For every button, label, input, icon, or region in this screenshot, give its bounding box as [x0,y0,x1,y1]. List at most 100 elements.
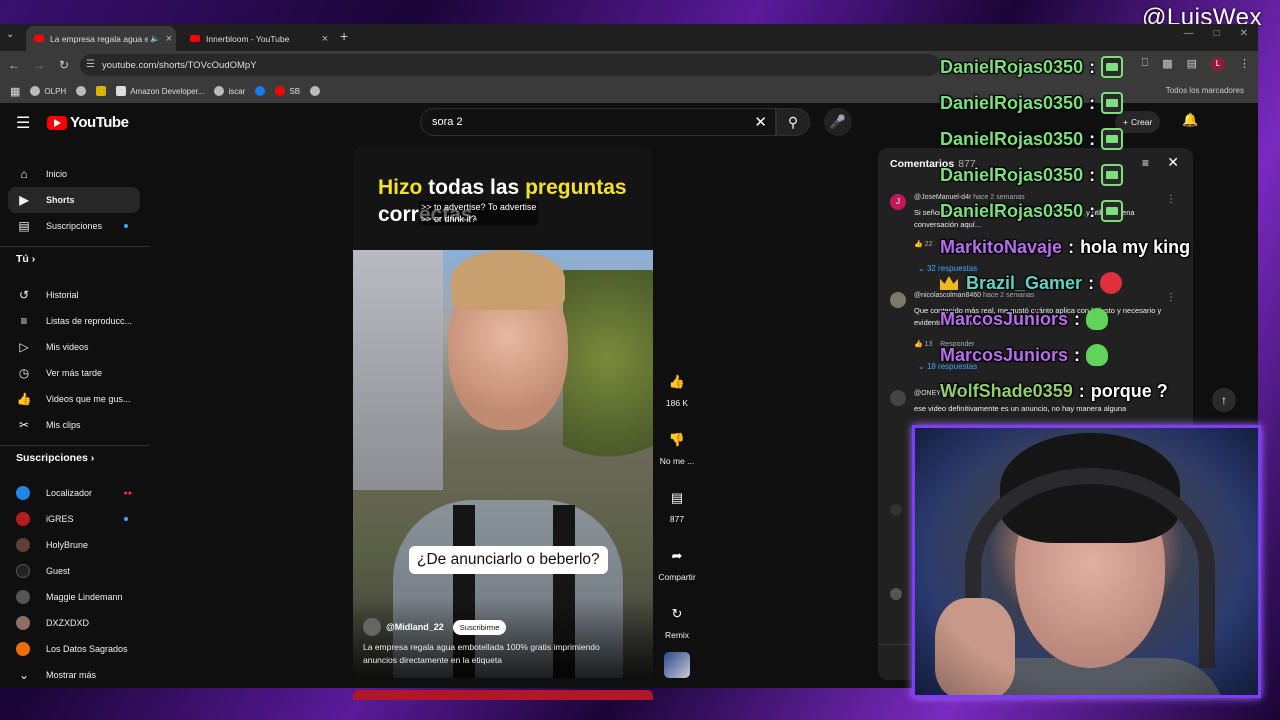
channel-avatar[interactable] [363,618,381,636]
thumbs-up-icon[interactable]: 👍 [914,241,923,248]
comments-button[interactable]: ▤ 877 [655,486,699,524]
thumbs-up-icon: 👍 [668,374,686,389]
close-tab-icon[interactable]: × [162,33,176,45]
bookmark-facebook[interactable] [255,86,266,96]
comment-avatar[interactable] [890,390,906,406]
sidebar-item-listas[interactable]: ≡ Listas de reproducc... [8,308,140,334]
reload-icon[interactable]: ↻ [53,58,75,72]
side-panel-icon[interactable]: ▤ [1187,57,1197,71]
comment-avatar[interactable] [890,504,902,516]
webcam-feed [912,425,1261,698]
sidebar-sub-datos-sagrados[interactable]: Los Datos Sagrados [8,636,140,662]
all-bookmarks[interactable]: Todos los marcadores [1166,86,1244,95]
profile-avatar[interactable]: L [1211,57,1225,71]
search-input[interactable]: sora 2 ✕ [420,108,776,136]
watch-later-icon: ◷ [18,366,30,380]
more-options-icon[interactable]: ⋮ [1166,194,1176,205]
sidebar-item-ver-mas-tarde[interactable]: ◷ Ver más tarde [8,360,140,386]
forward-icon[interactable]: → [28,58,50,72]
subscriptions-header[interactable]: Suscripciones › [16,452,94,464]
search-button[interactable]: ⚲ [776,108,810,136]
bookmark-globe-2[interactable] [310,86,321,96]
sidebar-sub-dxzxdxd[interactable]: DXZXDXD [8,610,140,636]
tab-search-icon[interactable]: ⌄ [6,29,14,40]
comment-avatar[interactable] [890,588,902,600]
close-comments-icon[interactable]: ✕ [1167,154,1179,171]
address-bar[interactable]: ☰ youtube.com/shorts/TOVcOudOMpY [80,54,940,76]
scroll-up-icon[interactable]: ↑ [1212,388,1236,412]
short-description[interactable]: La empresa regala agua embotellada 100% … [363,641,633,667]
close-tab-icon[interactable]: × [318,33,332,45]
sidebar-item-suscripciones[interactable]: ▤ Suscripciones [8,213,140,239]
globe-icon [214,86,225,96]
sidebar-item-shorts[interactable]: ▶ Shorts [8,187,140,213]
next-short-preview[interactable] [353,690,653,700]
extensions-icon[interactable]: ▩ [1162,57,1172,71]
sidebar-item-liked[interactable]: 👍 Videos que me gus... [8,386,140,412]
remix-button[interactable]: ↻ Remix [655,602,699,640]
bookmark-iscar[interactable]: iscar [214,86,245,96]
sidebar-sub-guest[interactable]: Guest [8,558,140,584]
sidebar-item-clips[interactable]: ✂ Mis clips [8,412,140,438]
channel-name[interactable]: @Midland_22 [386,622,444,632]
dislike-button[interactable]: 👎 No me ... [655,428,699,466]
youtube-icon [275,86,286,96]
back-icon[interactable]: ← [3,58,25,72]
plus-icon: + [1123,117,1128,127]
sidebar-item-historial[interactable]: ↺ Historial [8,282,140,308]
chat-emote-icon [1101,92,1124,114]
cast-icon[interactable]: ⎕ [1142,57,1149,71]
tab-strip: ⌄ La empresa regala agua embotellada 🔈 ×… [0,24,1258,51]
caption-band: Hizo todas las preguntas correctas. >> t… [353,146,653,250]
voice-search-button[interactable]: 🎤 [824,108,852,136]
divider [0,445,150,446]
sidebar-item-mis-videos[interactable]: ▷ Mis videos [8,334,140,360]
maximize-icon[interactable]: □ [1214,28,1220,39]
sidebar-sub-maggie[interactable]: Maggie Lindemann [8,584,140,610]
like-button[interactable]: 👍 186 K [655,370,699,408]
show-more-button[interactable]: ⌄ Mostrar más [8,662,140,688]
sidebar-sub-localizador[interactable]: Localizador ●● [8,480,140,506]
amazon-icon [116,86,127,96]
close-window-icon[interactable]: ✕ [1240,28,1248,39]
speaker-icon[interactable]: 🔈 [148,34,162,43]
bookmark-amazon[interactable]: Amazon Developer... [116,86,204,96]
you-header[interactable]: Tú › [16,253,35,265]
mic-icon: 🎤 [829,114,847,129]
subscribe-button[interactable]: Suscribirme [452,619,507,635]
comment-icon: ▤ [670,490,684,505]
bookmark-globe[interactable] [76,86,87,96]
sidebar-item-inicio[interactable]: ⌂ Inicio [8,161,140,187]
minimize-icon[interactable]: — [1184,28,1194,39]
site-info-icon[interactable]: ☰ [86,59,95,70]
sidebar-sub-holybrune[interactable]: HolyBrune [8,532,140,558]
chat-message: Brazil_Gamer: [940,266,1123,300]
comment-avatar[interactable] [890,292,906,308]
short-video-player[interactable]: Hizo todas las preguntas correctas. >> t… [353,146,653,678]
tab-innerbloom[interactable]: Innerbloom - YouTube × [182,26,332,51]
new-tab-icon[interactable]: + [340,28,348,44]
thumbs-down-icon: 👎 [668,432,686,447]
sidebar-sub-igres[interactable]: iGRES [8,506,140,532]
bookmark-olph[interactable]: OLPH [30,86,66,96]
notifications-icon[interactable]: 🔔 [1182,112,1198,128]
channel-avatar [16,564,30,578]
bookmark-w[interactable] [96,86,107,96]
menu-icon[interactable]: ⋮ [1239,57,1250,71]
comment-avatar[interactable]: J [890,194,906,210]
tab-title: La empresa regala agua embotellada [50,33,148,44]
youtube-favicon-icon [190,35,200,42]
chat-emote-icon [1101,200,1124,222]
bookmark-sb[interactable]: SB [275,86,300,96]
apps-icon[interactable]: ▦ [10,85,20,98]
more-options-icon[interactable]: ⋮ [1166,292,1176,303]
sound-thumbnail[interactable] [655,652,699,678]
clear-search-icon[interactable]: ✕ [754,113,767,131]
thumbs-up-icon[interactable]: 👍 [914,341,923,348]
youtube-logo[interactable]: YouTube [47,114,129,131]
video-frame: ¿De anunciarlo o beberlo? @Midland_22 Su… [353,250,653,678]
share-button[interactable]: ➦ Compartir [655,544,699,582]
hamburger-icon[interactable]: ☰ [16,113,30,133]
sort-icon[interactable]: ≡ [1142,156,1149,170]
tab-active[interactable]: La empresa regala agua embotellada 🔈 × [26,26,176,51]
